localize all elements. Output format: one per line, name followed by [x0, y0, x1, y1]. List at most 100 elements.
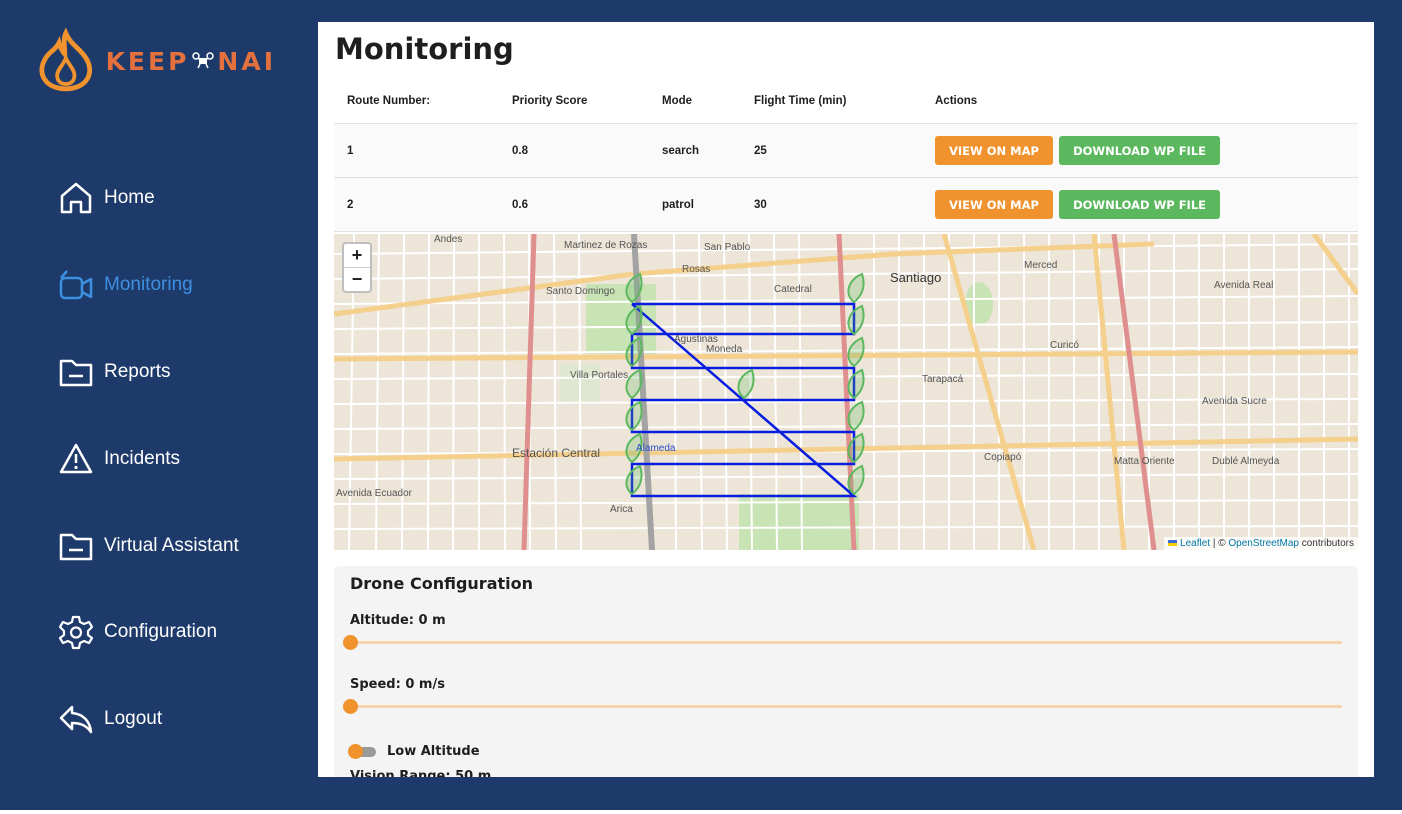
sidebar-item-label: Configuration [104, 621, 218, 642]
table-header-row: Route Number: Priority Score Mode Flight… [334, 78, 1358, 124]
cell-route: 2 [334, 177, 499, 232]
sidebar-item-label: Incidents [104, 448, 181, 469]
cell-mode: search [649, 123, 741, 178]
drone-configuration-title: Drone Configuration [350, 574, 534, 593]
download-wp-file-button[interactable]: DOWNLOAD WP FILE [1059, 190, 1221, 219]
column-header-priority: Priority Score [499, 78, 649, 124]
speed-slider[interactable] [343, 699, 1342, 714]
map-label: Rosas [682, 264, 711, 275]
home-icon [60, 182, 92, 214]
map-label: Santiago [890, 270, 942, 285]
map-label: Villa Portales [570, 370, 629, 381]
map-label: Dublé Almeyda [1212, 456, 1280, 467]
gear-icon [58, 615, 94, 650]
openstreetmap-link[interactable]: OpenStreetMap [1228, 538, 1299, 549]
map-label: Catedral [774, 284, 812, 295]
logo-text: KEEP NAI [106, 47, 276, 76]
column-header-flight-time: Flight Time (min) [741, 78, 922, 124]
toggle-knob [348, 743, 363, 759]
map-label: Martinez de Rozas [564, 240, 648, 251]
flame-logo-icon [39, 28, 93, 92]
map-label: Avenida Real [1214, 280, 1274, 291]
sidebar-item-label: Logout [104, 708, 163, 729]
map-label: Estación Central [512, 446, 601, 460]
sidebar-item-monitoring[interactable]: Monitoring [58, 265, 193, 305]
map-label: Matta Oriente [1114, 456, 1175, 467]
sidebar-item-reports[interactable]: Reports [58, 352, 171, 392]
folder-icon [59, 359, 93, 387]
cell-priority: 0.8 [499, 123, 649, 178]
sidebar-item-label: Monitoring [104, 274, 193, 295]
routes-table: Route Number: Priority Score Mode Flight… [334, 78, 1358, 232]
warning-icon [59, 443, 93, 474]
map-label: Moneda [706, 344, 743, 355]
map-label: Copiapó [984, 452, 1022, 463]
altitude-slider-thumb[interactable] [343, 635, 358, 650]
sidebar-item-incidents[interactable]: Incidents [58, 439, 180, 479]
map-label: Arica [610, 504, 633, 515]
zoom-out-button[interactable]: − [344, 267, 370, 291]
map-tiles [334, 234, 1358, 550]
zoom-in-button[interactable]: + [344, 244, 370, 267]
cell-priority: 0.6 [499, 177, 649, 232]
speed-label: Speed: 0 m/s [350, 677, 445, 692]
map-label: Tarapacá [922, 374, 964, 385]
sidebar-item-label: Virtual Assistant [104, 535, 239, 556]
sidebar-item-label: Home [104, 187, 155, 208]
app-logo[interactable]: KEEP NAI [36, 28, 276, 94]
altitude-label: Altitude: 0 m [350, 613, 446, 628]
cell-actions: VIEW ON MAP DOWNLOAD WP FILE [922, 123, 1358, 178]
altitude-slider[interactable] [343, 635, 1342, 650]
zoom-control: + − [342, 242, 372, 293]
logout-icon [59, 705, 93, 734]
cell-mode: patrol [649, 177, 741, 232]
sidebar: KEEP NAI Home Monitoring Reports Inciden… [0, 0, 318, 810]
video-camera-icon [59, 270, 93, 300]
sidebar-item-home[interactable]: Home [58, 178, 155, 218]
attribution-separator: | © [1210, 538, 1229, 549]
logo-text-right: NAI [217, 46, 276, 76]
map-label: Merced [1024, 260, 1058, 271]
low-altitude-toggle[interactable] [348, 743, 376, 759]
sidebar-item-logout[interactable]: Logout [58, 699, 162, 739]
view-on-map-button[interactable]: VIEW ON MAP [935, 136, 1053, 165]
map-label: Agustinas [674, 334, 718, 345]
route-map[interactable]: Santiago Estación Central Alameda Andes … [334, 234, 1358, 550]
cell-flight-time: 30 [741, 177, 922, 232]
map-label: Curicó [1050, 340, 1079, 351]
map-label: Alameda [636, 443, 676, 454]
attribution-tail: contributors [1298, 538, 1354, 549]
main-panel: Monitoring Route Number: Priority Score … [318, 22, 1374, 777]
column-header-mode: Mode [649, 78, 741, 124]
vision-range-label: Vision Range: 50 m [350, 769, 492, 777]
table-row: 1 0.8 search 25 VIEW ON MAP DOWNLOAD WP … [334, 123, 1358, 178]
cell-flight-time: 25 [741, 123, 922, 178]
low-altitude-row: Low Altitude [348, 743, 480, 759]
drone-icon [192, 52, 215, 69]
leaflet-link[interactable]: Leaflet [1180, 538, 1210, 549]
map-attribution: Leaflet | © OpenStreetMap contributors [1164, 537, 1358, 550]
column-header-actions: Actions [922, 78, 1358, 124]
column-header-route: Route Number: [334, 78, 499, 124]
map-label: Avenida Sucre [1202, 396, 1267, 407]
low-altitude-label: Low Altitude [387, 744, 480, 759]
sidebar-item-label: Reports [104, 361, 171, 382]
table-row: 2 0.6 patrol 30 VIEW ON MAP DOWNLOAD WP … [334, 177, 1358, 232]
ukraine-flag-icon [1168, 540, 1178, 547]
speed-slider-thumb[interactable] [343, 699, 358, 714]
map-label: Andes [434, 234, 463, 245]
sidebar-item-virtual-assistant[interactable]: Virtual Assistant [58, 526, 239, 566]
cell-actions: VIEW ON MAP DOWNLOAD WP FILE [922, 177, 1358, 232]
download-wp-file-button[interactable]: DOWNLOAD WP FILE [1059, 136, 1221, 165]
map-label: Santo Domingo [546, 286, 615, 297]
drone-configuration-panel: Drone Configuration Altitude: 0 m Speed:… [334, 566, 1358, 777]
view-on-map-button[interactable]: VIEW ON MAP [935, 190, 1053, 219]
logo-text-left: KEEP [105, 46, 190, 76]
folder-icon [59, 533, 93, 561]
map-label: Avenida Ecuador [336, 488, 412, 499]
page-title: Monitoring [335, 32, 514, 66]
cell-route: 1 [334, 123, 499, 178]
sidebar-item-configuration[interactable]: Configuration [58, 612, 217, 652]
bottom-strip [0, 810, 1402, 814]
map-label: San Pablo [704, 242, 751, 253]
